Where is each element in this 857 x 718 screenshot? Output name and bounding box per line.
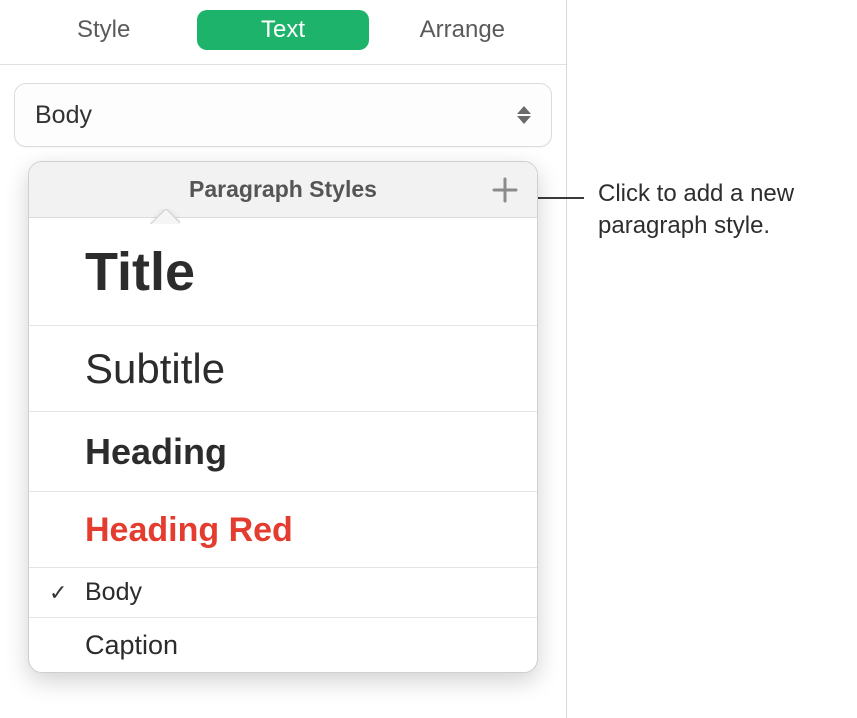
- style-item-label: Subtitle: [85, 348, 225, 390]
- style-item-label: Title: [85, 245, 195, 299]
- style-item-body[interactable]: ✓ Body: [29, 568, 537, 618]
- popover-title: Paragraph Styles: [189, 176, 377, 203]
- callout-leader-line: [536, 197, 584, 199]
- style-item-heading-red[interactable]: Heading Red: [29, 492, 537, 568]
- paragraph-style-dropdown-container: Body Paragraph Styles: [0, 65, 566, 147]
- dropdown-selected-label: Body: [35, 101, 92, 130]
- popover-header: Paragraph Styles: [29, 162, 537, 218]
- plus-icon: [492, 177, 518, 203]
- style-item-label: Caption: [85, 632, 178, 659]
- style-item-label: Body: [85, 580, 142, 605]
- style-item-label: Heading Red: [85, 513, 293, 547]
- callout-text: Click to add a new paragraph style.: [598, 178, 848, 243]
- style-item-caption[interactable]: Caption: [29, 618, 537, 672]
- updown-chevron-icon: [517, 106, 531, 124]
- paragraph-styles-popover: Paragraph Styles Title: [28, 161, 538, 673]
- tab-arrange[interactable]: Arrange: [377, 10, 548, 50]
- inspector-tabs: Style Text Arrange: [0, 0, 566, 65]
- tab-style[interactable]: Style: [18, 10, 189, 50]
- style-item-heading[interactable]: Heading: [29, 412, 537, 492]
- paragraph-style-dropdown[interactable]: Body: [14, 83, 552, 147]
- paragraph-style-list: Title Subtitle Heading Heading Red ✓: [29, 218, 537, 672]
- add-paragraph-style-button[interactable]: [489, 174, 521, 206]
- format-inspector-panel: Style Text Arrange Body Paragraph Styles: [0, 0, 567, 718]
- checkmark-icon: ✓: [49, 582, 67, 604]
- tab-text[interactable]: Text: [197, 10, 368, 50]
- style-item-subtitle[interactable]: Subtitle: [29, 326, 537, 412]
- style-item-label: Heading: [85, 434, 227, 470]
- style-item-title[interactable]: Title: [29, 218, 537, 326]
- popover-notch: [150, 209, 180, 224]
